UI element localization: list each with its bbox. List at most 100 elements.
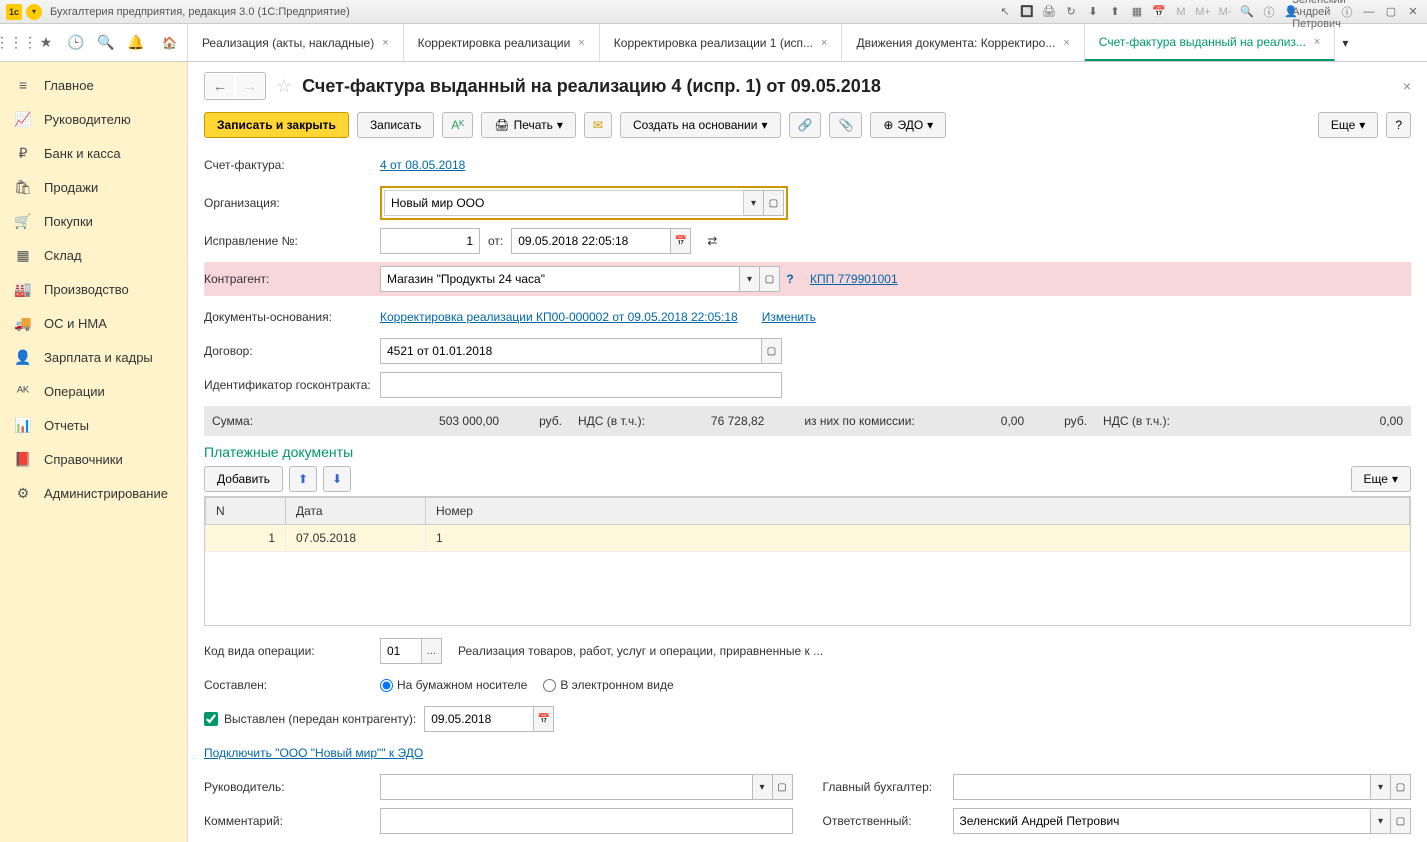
org-input[interactable]	[384, 190, 744, 216]
open-icon[interactable]: ▢	[764, 190, 784, 216]
open-icon[interactable]: ▢	[1391, 808, 1411, 834]
tab-close-icon[interactable]: ×	[578, 37, 584, 49]
create-based-button[interactable]: Создать на основании ▾	[620, 112, 781, 138]
minimize-icon[interactable]: —	[1361, 4, 1377, 20]
sidebar-item-purchase[interactable]: 🛒Покупки	[0, 204, 187, 238]
open-icon[interactable]: ▢	[1391, 774, 1411, 800]
tab-close-icon[interactable]: ×	[821, 37, 827, 49]
kpp-link[interactable]: КПП 779901001	[810, 272, 898, 286]
tab-4[interactable]: Счет-фактура выданный на реализ...×	[1085, 24, 1336, 61]
link-button[interactable]: 🔗	[789, 112, 822, 138]
manager-input[interactable]	[380, 774, 753, 800]
attach-button[interactable]: 📎	[829, 112, 862, 138]
close-icon[interactable]: ✕	[1405, 4, 1421, 20]
favorite-star-icon[interactable]: ☆	[276, 76, 292, 97]
m-mark-icon[interactable]: M	[1173, 4, 1189, 20]
sidebar-item-assets[interactable]: 🚚ОС и НМА	[0, 306, 187, 340]
col-number[interactable]: Номер	[426, 498, 1410, 525]
print-button[interactable]: 🖨Печать ▾	[481, 112, 576, 138]
tab-0[interactable]: Реализация (акты, накладные)×	[188, 24, 404, 61]
sidebar-item-manager[interactable]: 📈Руководителю	[0, 102, 187, 136]
op-code-input[interactable]	[380, 638, 422, 664]
sidebar-item-admin[interactable]: ⚙Администрирование	[0, 476, 187, 510]
issued-date-input[interactable]	[424, 706, 534, 732]
page-close-icon[interactable]: ×	[1403, 78, 1411, 94]
m-plus-icon[interactable]: M+	[1195, 4, 1211, 20]
comment-input[interactable]	[380, 808, 793, 834]
print-icon[interactable]: 🖨	[1041, 4, 1057, 20]
upload-icon[interactable]: ⬆	[1107, 4, 1123, 20]
action-icon[interactable]: ⇄	[703, 232, 721, 250]
open-icon[interactable]: ▢	[773, 774, 793, 800]
contract-input[interactable]	[380, 338, 762, 364]
zoom-in-icon[interactable]: 🔍	[1239, 4, 1255, 20]
sidebar-item-production[interactable]: 🏭Производство	[0, 272, 187, 306]
electronic-radio[interactable]: В электронном виде	[543, 678, 673, 692]
edo-button[interactable]: ⊕ ЭДО ▾	[870, 112, 946, 138]
tab-more-icon[interactable]: ▾	[1335, 24, 1355, 61]
issued-checkbox[interactable]: Выставлен (передан контрагенту):	[204, 712, 416, 726]
change-link[interactable]: Изменить	[762, 310, 816, 324]
tab-2[interactable]: Корректировка реализации 1 (исп...×	[600, 24, 843, 61]
tab-close-icon[interactable]: ×	[382, 37, 388, 49]
sidebar-item-main[interactable]: ≡Главное	[0, 68, 187, 102]
tab-close-icon[interactable]: ×	[1314, 36, 1320, 48]
m-minus-icon[interactable]: M-	[1217, 4, 1233, 20]
add-button[interactable]: Добавить	[204, 466, 283, 492]
post-button[interactable]: Aᴷ	[442, 112, 473, 138]
refresh-icon[interactable]: ↻	[1063, 4, 1079, 20]
sidebar-item-references[interactable]: 📕Справочники	[0, 442, 187, 476]
responsible-input[interactable]	[953, 808, 1372, 834]
history-icon[interactable]: 🕒	[66, 33, 86, 53]
sidebar-item-hr[interactable]: 👤Зарплата и кадры	[0, 340, 187, 374]
sidebar-item-bank[interactable]: ₽Банк и касса	[0, 136, 187, 170]
help-icon[interactable]: ?	[780, 266, 800, 292]
invoice-link[interactable]: 4 от 08.05.2018	[380, 158, 465, 172]
calendar-picker-icon[interactable]: 📅	[534, 706, 554, 732]
apps-icon[interactable]: ⋮⋮⋮	[6, 33, 26, 53]
maximize-icon[interactable]: ▢	[1383, 4, 1399, 20]
forward-button[interactable]: →	[236, 74, 264, 98]
dropdown-icon[interactable]: ▾	[1371, 808, 1391, 834]
sidebar-item-reports[interactable]: 📊Отчеты	[0, 408, 187, 442]
grid-icon[interactable]: ▦	[1129, 4, 1145, 20]
more-button-2[interactable]: Еще ▾	[1351, 466, 1411, 492]
app-menu-icon[interactable]: ▾	[26, 4, 42, 20]
sidebar-item-operations[interactable]: ᴬᴷОперации	[0, 374, 187, 408]
search-icon[interactable]: 🔍	[96, 33, 116, 53]
paper-radio[interactable]: На бумажном носителе	[380, 678, 527, 692]
favorite-icon[interactable]: ★	[36, 33, 56, 53]
dropdown-icon[interactable]: ▾	[740, 266, 760, 292]
move-up-button[interactable]: ⬆	[289, 466, 317, 492]
counterparty-input[interactable]	[380, 266, 740, 292]
open-icon[interactable]: ▢	[760, 266, 780, 292]
goscontract-input[interactable]	[380, 372, 782, 398]
correction-date-input[interactable]	[511, 228, 671, 254]
tab-3[interactable]: Движения документа: Корректиро...×	[842, 24, 1084, 61]
back-button[interactable]: ←	[206, 74, 234, 98]
calendar-icon[interactable]: 📅	[1151, 4, 1167, 20]
info2-icon[interactable]: ⓘ	[1339, 4, 1355, 20]
info-icon[interactable]: ⓘ	[1261, 4, 1277, 20]
open-icon[interactable]: ▢	[762, 338, 782, 364]
sidebar-item-warehouse[interactable]: ▦Склад	[0, 238, 187, 272]
help-button[interactable]: ?	[1386, 112, 1411, 138]
col-n[interactable]: N	[206, 498, 286, 525]
edo-connect-link[interactable]: Подключить "ООО "Новый мир"" к ЭДО	[204, 746, 423, 760]
col-date[interactable]: Дата	[286, 498, 426, 525]
move-down-button[interactable]: ⬇	[323, 466, 351, 492]
tool-icon[interactable]: 🔲	[1019, 4, 1035, 20]
more-button[interactable]: Еще ▾	[1318, 112, 1378, 138]
basis-link[interactable]: Корректировка реализации КП00-000002 от …	[380, 310, 738, 324]
bell-icon[interactable]: 🔔	[126, 33, 146, 53]
calendar-picker-icon[interactable]: 📅	[671, 228, 691, 254]
tab-close-icon[interactable]: ×	[1063, 37, 1069, 49]
tab-1[interactable]: Корректировка реализации×	[404, 24, 600, 61]
save-close-button[interactable]: Записать и закрыть	[204, 112, 349, 138]
ellipsis-icon[interactable]: …	[422, 638, 442, 664]
dropdown-icon[interactable]: ▾	[744, 190, 764, 216]
save-button[interactable]: Записать	[357, 112, 434, 138]
dropdown-icon[interactable]: ▾	[753, 774, 773, 800]
email-button[interactable]: ✉	[584, 112, 612, 138]
payment-docs-grid[interactable]: N Дата Номер 1 07.05.2018 1	[204, 496, 1411, 626]
